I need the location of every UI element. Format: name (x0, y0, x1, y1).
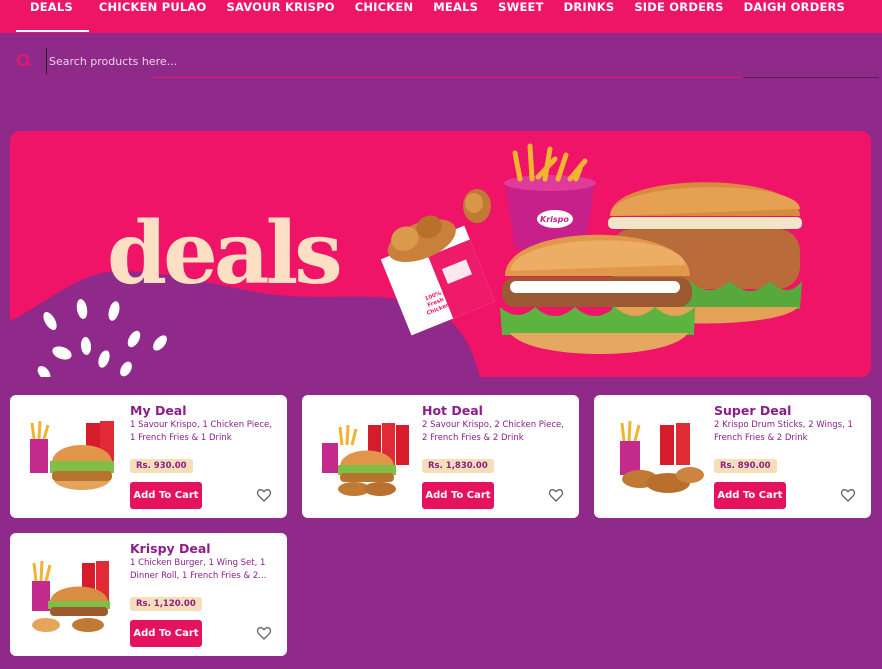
tab-savour-krispo[interactable]: SAVOUR KRISPO (216, 0, 344, 33)
product-price: Rs. 930.00 (130, 459, 193, 473)
product-price: Rs. 1,830.00 (422, 459, 494, 473)
product-description: 1 Chicken Burger, 1 Wing Set, 1 Dinner R… (130, 558, 267, 581)
tab-sweet[interactable]: SWEET (488, 0, 554, 33)
product-image (32, 560, 110, 632)
search-icon (16, 53, 32, 69)
search-underline-end (743, 77, 879, 78)
add-to-cart-button[interactable]: Add To Cart (422, 482, 494, 509)
heart-icon[interactable] (256, 487, 272, 503)
product-card[interactable]: My Deal 1 Savour Krispo, 1 Chicken Piece… (10, 395, 287, 518)
tab-daigh-orders[interactable]: DAIGH ORDERS (734, 0, 855, 33)
product-description: 2 Krispo Drum Sticks, 2 Wings, 1 French … (714, 420, 853, 443)
product-name: Super Deal (714, 403, 792, 418)
tab-chicken[interactable]: CHICKEN (345, 0, 424, 33)
product-name: Hot Deal (422, 403, 483, 418)
tab-chicken-pulao[interactable]: CHICKEN PULAO (89, 0, 217, 33)
product-card[interactable]: Super Deal 2 Krispo Drum Sticks, 2 Wings… (594, 395, 871, 518)
tab-side-orders[interactable]: SIDE ORDERS (624, 0, 733, 33)
heart-icon[interactable] (548, 487, 564, 503)
add-to-cart-button[interactable]: Add To Cart (130, 482, 202, 509)
deals-banner: deals Krispo 100% Fresh Chicken (10, 131, 871, 377)
product-price: Rs. 1,120.00 (130, 597, 202, 611)
product-name: My Deal (130, 403, 187, 418)
search-input[interactable] (46, 48, 879, 74)
product-image (620, 420, 704, 493)
banner-title: deals (107, 203, 343, 304)
search-bar (16, 44, 879, 78)
tab-drinks[interactable]: DRINKS (554, 0, 625, 33)
product-price: Rs. 890.00 (714, 459, 777, 473)
cup-brand-label: Krispo (540, 215, 569, 224)
tab-meals[interactable]: MEALS (423, 0, 488, 33)
product-description: 1 Savour Krispo, 1 Chicken Piece, 1 Fren… (130, 420, 272, 443)
add-to-cart-button[interactable]: Add To Cart (130, 620, 202, 647)
product-image (322, 423, 409, 496)
heart-icon[interactable] (840, 487, 856, 503)
heart-icon[interactable] (256, 625, 272, 641)
product-card[interactable]: Hot Deal 2 Savour Krispo, 2 Chicken Piec… (302, 395, 579, 518)
product-description: 2 Savour Krispo, 2 Chicken Piece, 2 Fren… (422, 420, 564, 443)
add-to-cart-button[interactable]: Add To Cart (714, 482, 786, 509)
product-name: Krispy Deal (130, 541, 211, 556)
tab-deals[interactable]: DEALS (0, 0, 89, 33)
product-card[interactable]: Krispy Deal 1 Chicken Burger, 1 Wing Set… (10, 533, 287, 656)
category-nav: DEALS CHICKEN PULAO SAVOUR KRISPO CHICKE… (0, 0, 882, 33)
product-image (30, 420, 114, 490)
